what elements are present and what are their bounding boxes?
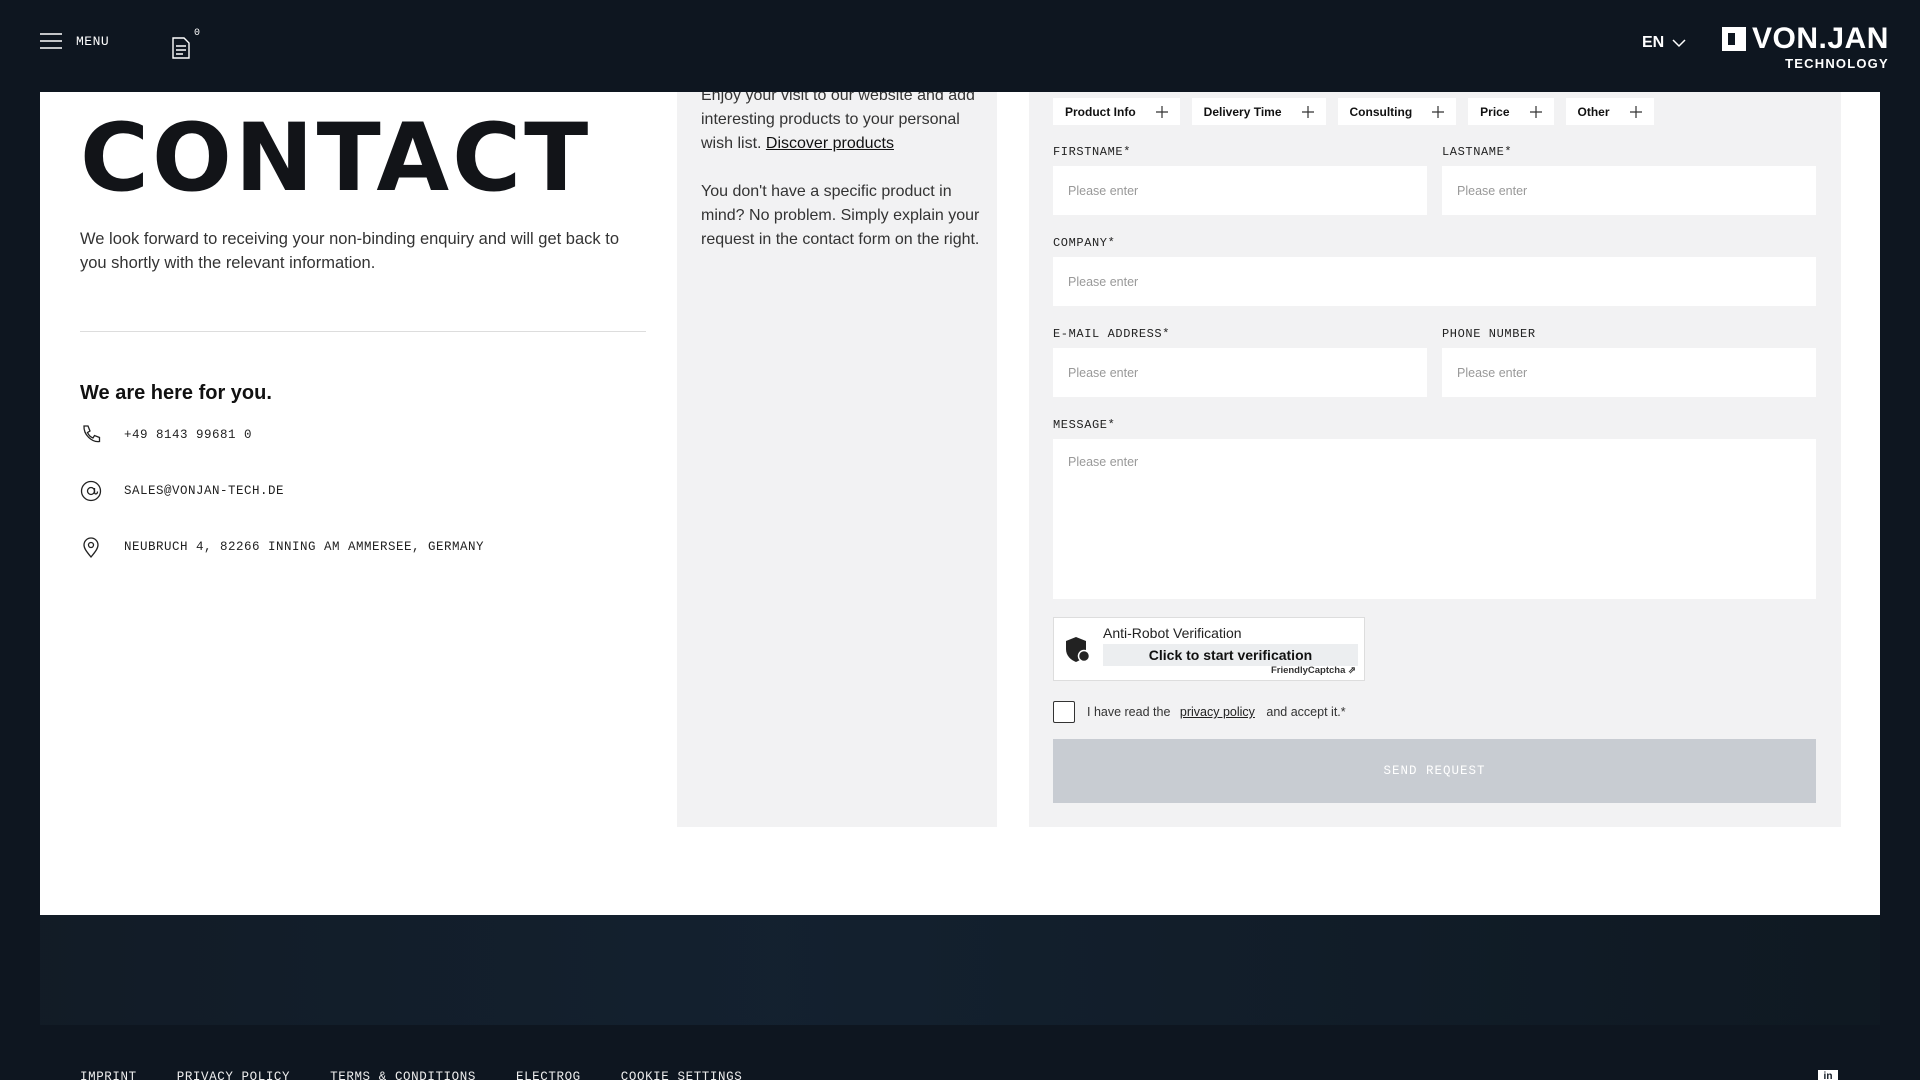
plus-icon <box>1432 105 1445 118</box>
background-image-strip <box>40 915 1880 1025</box>
plus-icon <box>1629 105 1642 118</box>
topic-label: Consulting <box>1349 104 1413 119</box>
document-icon <box>172 37 190 59</box>
hamburger-icon <box>40 33 62 49</box>
wishlist-button[interactable]: 0 <box>170 28 200 59</box>
footer-link-electrog[interactable]: ELECTROG <box>516 1070 581 1080</box>
topic-label: Other <box>1577 104 1610 119</box>
menu-button[interactable]: MENU <box>40 33 109 49</box>
contact-phone[interactable]: +49 8143 99681 0 <box>80 424 252 446</box>
at-icon <box>80 480 102 502</box>
email-input[interactable]: Please enter <box>1053 348 1427 397</box>
linkedin-icon[interactable]: in <box>1818 1070 1838 1080</box>
language-label: EN <box>1642 34 1665 51</box>
phone-input[interactable]: Please enter <box>1442 348 1816 397</box>
firstname-label: FIRSTNAME* <box>1053 145 1132 159</box>
privacy-checkbox[interactable] <box>1053 701 1075 723</box>
lastname-label: LASTNAME* <box>1442 145 1513 159</box>
plus-icon <box>1155 105 1168 118</box>
logo-text: VON.JAN <box>1752 22 1889 55</box>
chevron-down-icon <box>1672 38 1686 47</box>
wishlist-info-text: Enjoy your visit to our website and add … <box>701 84 986 156</box>
topic-label: Price <box>1480 104 1510 119</box>
captcha-brand[interactable]: FriendlyCaptcha ⇗ <box>1271 665 1356 676</box>
no-product-info-text: You don't have a specific product in min… <box>701 183 980 248</box>
email-address: SALES@VONJAN-TECH.DE <box>124 484 285 498</box>
footer-link-imprint[interactable]: IMPRINT <box>80 1070 137 1080</box>
plus-icon <box>1301 105 1314 118</box>
contact-form: Product Info Delivery Time Consulting Pr… <box>1029 92 1841 827</box>
intro-text: We look forward to receiving your non-bi… <box>80 230 619 272</box>
message-label: MESSAGE* <box>1053 418 1116 432</box>
topic-tag-price[interactable]: Price <box>1468 98 1554 125</box>
message-textarea[interactable]: Please enter <box>1053 439 1816 599</box>
contact-card: CONTACT We look forward to receiving you… <box>40 87 1880 915</box>
topic-label: Product Info <box>1065 104 1136 119</box>
discover-products-link[interactable]: Discover products <box>766 135 894 152</box>
company-label: COMPANY* <box>1053 236 1116 250</box>
topic-tag-consulting[interactable]: Consulting <box>1337 98 1457 125</box>
phone-number: +49 8143 99681 0 <box>124 428 253 442</box>
email-label: E-MAIL ADDRESS* <box>1053 327 1171 341</box>
privacy-suffix: and accept it.* <box>1266 705 1346 719</box>
topic-tag-delivery-time[interactable]: Delivery Time <box>1191 98 1326 125</box>
captcha-title: Anti-Robot Verification <box>1103 625 1242 641</box>
footer-links: IMPRINT PRIVACY POLICY TERMS & CONDITION… <box>80 1070 742 1080</box>
privacy-consent: I have read the privacy policy and accep… <box>1053 701 1346 723</box>
contact-email[interactable]: SALES@VONJAN-TECH.DE <box>80 480 284 502</box>
info-panel: Enjoy your visit to our website and add … <box>677 87 997 827</box>
phone-label: PHONE NUMBER <box>1442 327 1536 341</box>
topic-label: Delivery Time <box>1203 104 1282 119</box>
topic-tag-product-info[interactable]: Product Info <box>1053 98 1180 125</box>
privacy-policy-link[interactable]: privacy policy <box>1180 705 1255 719</box>
company-input[interactable]: Please enter <box>1053 257 1816 306</box>
top-bar: MENU 0 EN VON.JAN TECHNOLOGY <box>0 0 1920 92</box>
footer-link-terms[interactable]: TERMS & CONDITIONS <box>330 1070 476 1080</box>
logo-subtext: TECHNOLOGY <box>1785 56 1889 71</box>
page-title: CONTACT <box>80 104 592 213</box>
address: NEUBRUCH 4, 82266 INNING AM AMMERSEE, GE… <box>124 540 485 554</box>
privacy-prefix: I have read the <box>1087 705 1171 719</box>
send-request-button[interactable]: SEND REQUEST <box>1053 739 1816 803</box>
language-selector[interactable]: EN <box>1642 34 1686 52</box>
captcha-start-button[interactable]: Click to start verification <box>1103 644 1358 666</box>
contact-address[interactable]: NEUBRUCH 4, 82266 INNING AM AMMERSEE, GE… <box>80 536 484 558</box>
location-pin-icon <box>83 537 99 558</box>
topic-tags: Product Info Delivery Time Consulting Pr… <box>1053 98 1654 125</box>
phone-icon <box>83 425 101 443</box>
divider <box>80 331 646 332</box>
topic-tag-other[interactable]: Other <box>1565 98 1654 125</box>
captcha-widget: Anti-Robot Verification Click to start v… <box>1053 617 1365 681</box>
logo-mark-icon <box>1722 27 1746 51</box>
wishlist-count: 0 <box>193 28 200 39</box>
privacy-text: I have read the privacy policy and accep… <box>1087 705 1346 719</box>
firstname-input[interactable]: Please enter <box>1053 166 1427 215</box>
menu-label: MENU <box>76 33 110 49</box>
plus-icon <box>1529 105 1542 118</box>
contact-heading: We are here for you. <box>80 382 272 404</box>
footer-link-privacy[interactable]: PRIVACY POLICY <box>177 1070 290 1080</box>
lastname-input[interactable]: Please enter <box>1442 166 1816 215</box>
logo[interactable]: VON.JAN TECHNOLOGY <box>1722 24 1889 71</box>
shield-icon <box>1066 637 1091 663</box>
footer-link-cookies[interactable]: COOKIE SETTINGS <box>621 1070 743 1080</box>
